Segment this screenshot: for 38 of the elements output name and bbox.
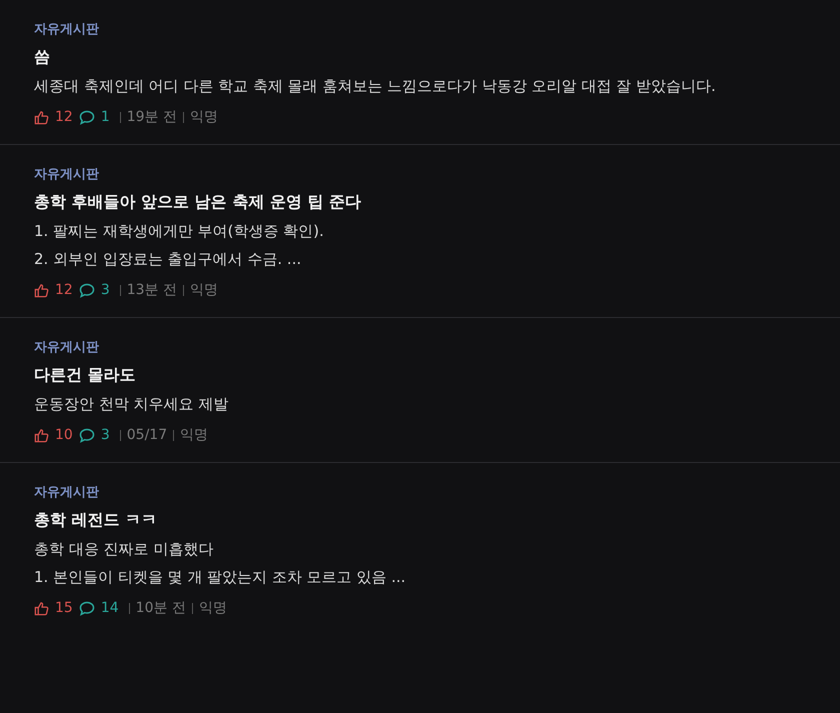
post-text: 2. 외부인 입장료는 출입구에서 수금. ... bbox=[34, 249, 302, 270]
thumbs-up-icon bbox=[34, 600, 49, 616]
author-name: 익명 bbox=[190, 108, 218, 127]
post-title: 총학 레전드 ㅋㅋ bbox=[34, 509, 158, 531]
comment-count: 1 bbox=[100, 108, 110, 127]
author-name: 익명 bbox=[180, 426, 208, 445]
post-text: 운동장안 천막 치우세요 제발 bbox=[34, 394, 230, 415]
post-text: 1. 본인들이 티켓을 몇 개 팔았는지 조차 모르고 있음 ... bbox=[34, 567, 407, 588]
post-title: 다른건 몰라도 bbox=[34, 364, 137, 386]
post-text: 세종대 축제인데 어디 다른 학교 축제 몰래 훔쳐보는 느낌으로다가 낙동강 오리알 대접 잘 받았습니다. bbox=[34, 76, 717, 97]
thumbs-up-icon bbox=[34, 428, 49, 442]
post-time: 13분 전 bbox=[126, 281, 178, 300]
comment-count: 14 bbox=[100, 599, 119, 618]
author-name: 익명 bbox=[198, 599, 227, 618]
board-name: 자유게시판 bbox=[34, 484, 100, 502]
post-time: 05/17 bbox=[126, 426, 168, 445]
post-text: 총학 대응 진짜로 미흡했다 bbox=[34, 539, 214, 560]
thumbs-up-icon bbox=[34, 110, 49, 124]
comment-icon bbox=[78, 282, 95, 298]
board-name: 자유게시판 bbox=[34, 166, 100, 184]
post-text: 1. 팔찌는 재학생에게만 부여(학생증 확인). bbox=[34, 221, 325, 242]
comment-icon bbox=[78, 110, 95, 124]
post-title: 씀 bbox=[34, 46, 51, 68]
comment-icon bbox=[78, 428, 95, 442]
post-time: 19분 전 bbox=[126, 108, 178, 127]
thumbs-up-icon bbox=[34, 282, 49, 298]
comment-count: 3 bbox=[100, 426, 110, 445]
post-time: 10분 전 bbox=[136, 599, 186, 618]
board-name: 자유게시판 bbox=[34, 21, 100, 39]
like-count: 10 bbox=[55, 426, 73, 445]
comment-icon bbox=[78, 600, 95, 616]
post-title: 총학 후배들아 앞으로 남은 축제 운영 팁 준다 bbox=[34, 191, 362, 213]
like-count: 12 bbox=[55, 108, 73, 127]
board-name: 자유게시판 bbox=[34, 339, 100, 357]
like-count: 12 bbox=[55, 281, 73, 300]
like-count: 15 bbox=[55, 599, 73, 618]
author-name: 익명 bbox=[190, 281, 218, 300]
comment-count: 3 bbox=[100, 281, 110, 300]
